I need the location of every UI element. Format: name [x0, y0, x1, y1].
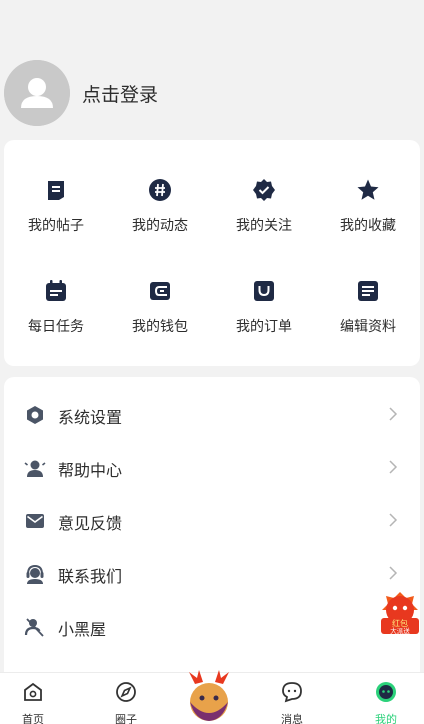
- grid-item-my-favorites[interactable]: 我的收藏: [316, 178, 420, 258]
- tab-label: 消息: [281, 713, 303, 724]
- profile-face-icon: [376, 682, 396, 702]
- menu-item-help-center[interactable]: 帮助中心: [4, 442, 420, 494]
- grid-item-my-posts[interactable]: 我的帖子: [4, 178, 108, 258]
- menu-item-label: 意见反馈: [58, 514, 123, 533]
- home-icon: [24, 682, 42, 701]
- red-packet-icon: 红包 大派送: [381, 592, 419, 635]
- tab-label: 我的: [375, 713, 397, 724]
- red-packet-promo-button[interactable]: 红包 大派送: [378, 588, 422, 638]
- menu-item-label: 联系我们: [58, 567, 123, 586]
- login-link[interactable]: 点击登录: [82, 80, 158, 107]
- edit-profile-icon: [358, 281, 378, 301]
- grid-item-my-wallet[interactable]: 我的钱包: [108, 279, 212, 359]
- chevron-right-icon: [389, 513, 398, 527]
- mail-icon: [26, 514, 44, 528]
- grid-item-my-moments[interactable]: 我的动态: [108, 178, 212, 258]
- tab-messages[interactable]: 消息: [262, 673, 322, 724]
- grid-item-label: 我的钱包: [132, 319, 188, 335]
- grid-item-label: 我的收藏: [340, 218, 396, 234]
- chevron-right-icon: [389, 407, 398, 421]
- feature-grid: 我的帖子 我的动态 我的关注 我的收藏 每日任务 我的钱包 我的订单 编辑资料: [4, 140, 420, 366]
- menu-item-label: 帮助中心: [58, 461, 123, 480]
- settings-icon: [27, 406, 43, 424]
- compass-icon: [116, 682, 136, 702]
- grid-item-label: 我的帖子: [28, 218, 84, 234]
- calendar-task-icon: [46, 280, 66, 301]
- menu-item-label: 小黑屋: [58, 620, 107, 639]
- center-publish-button[interactable]: [177, 664, 241, 724]
- shopping-bag-icon: [254, 281, 274, 301]
- menu-item-blacklist[interactable]: 小黑屋: [4, 601, 420, 653]
- grid-item-label: 我的订单: [236, 319, 292, 335]
- verified-badge-icon: [253, 179, 275, 201]
- mascot-icon: [185, 670, 233, 724]
- default-avatar-icon: [4, 60, 70, 126]
- tab-label: 圈子: [115, 713, 137, 724]
- profile-header[interactable]: 点击登录: [0, 58, 424, 128]
- menu-item-feedback[interactable]: 意见反馈: [4, 495, 420, 547]
- grid-item-label: 我的关注: [236, 218, 292, 234]
- posts-icon: [48, 181, 64, 200]
- chevron-right-icon: [389, 460, 398, 474]
- star-icon: [357, 179, 379, 200]
- tab-circles[interactable]: 圈子: [96, 673, 156, 724]
- red-packet-line2: 大派送: [390, 626, 410, 635]
- menu-item-contact-us[interactable]: 联系我们: [4, 548, 420, 600]
- settings-list: 系统设置 帮助中心 意见反馈 联系我们 小黑屋: [4, 377, 420, 677]
- grid-item-label: 我的动态: [132, 218, 188, 234]
- wallet-icon: [150, 282, 170, 300]
- grid-item-daily-tasks[interactable]: 每日任务: [4, 279, 108, 359]
- support-agent-icon: [26, 564, 44, 584]
- blocked-icon: [24, 618, 44, 637]
- grid-item-label: 编辑资料: [340, 319, 396, 335]
- message-icon: [282, 682, 302, 703]
- grid-item-my-follows[interactable]: 我的关注: [212, 178, 316, 258]
- tab-home[interactable]: 首页: [3, 673, 63, 724]
- tab-mine[interactable]: 我的: [356, 673, 416, 724]
- tab-label: 首页: [22, 713, 44, 724]
- menu-item-system-settings[interactable]: 系统设置: [4, 389, 420, 441]
- menu-item-label: 系统设置: [58, 408, 123, 427]
- avatar[interactable]: [4, 60, 70, 126]
- hashtag-icon: [149, 179, 171, 201]
- chevron-right-icon: [389, 566, 398, 580]
- grid-item-label: 每日任务: [28, 319, 84, 335]
- grid-item-edit-profile[interactable]: 编辑资料: [316, 279, 420, 359]
- help-icon: [24, 460, 46, 477]
- grid-item-my-orders[interactable]: 我的订单: [212, 279, 316, 359]
